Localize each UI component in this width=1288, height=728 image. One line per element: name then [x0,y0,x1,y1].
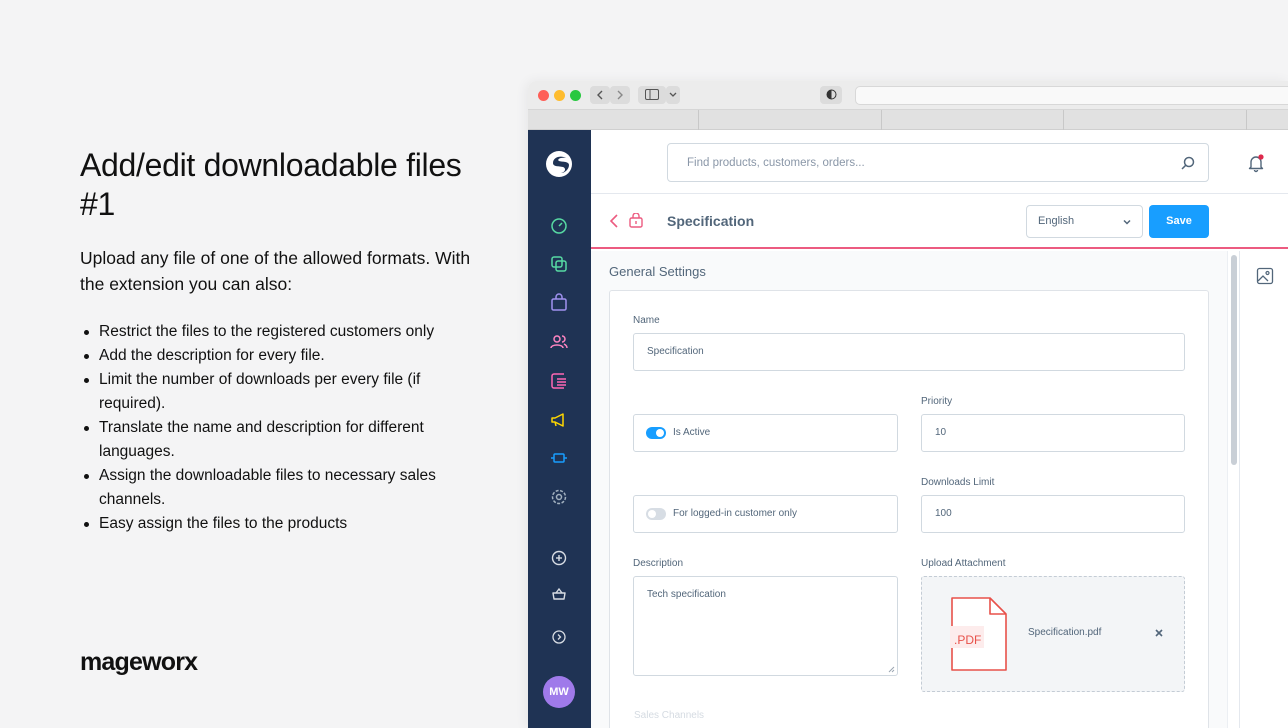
chevron-right-icon [617,90,623,100]
downloads-module-icon [629,213,643,228]
admin-sidebar: MW [528,130,591,728]
is-active-switch-field[interactable]: Is Active [633,414,898,452]
close-window-button[interactable] [538,90,549,101]
search-input[interactable] [668,144,1168,181]
tab-divider [1246,110,1247,130]
logged-in-only-switch-field[interactable]: For logged-in customer only [633,495,898,533]
priority-label: Priority [921,396,953,407]
admin-app: MW Specification English Save General Se… [528,130,1288,728]
feature-item: Easy assign the files to the products [80,512,460,536]
chevron-left-icon [597,90,603,100]
minimize-window-button[interactable] [554,90,565,101]
promo-lead: Upload any file of one of the allowed fo… [80,248,471,294]
feature-list: Restrict the files to the registered cus… [80,320,460,536]
sidebar-icon [645,89,659,100]
add-icon[interactable] [549,548,569,568]
sidebar-toggle-button[interactable] [638,86,666,104]
save-button[interactable]: Save [1149,205,1209,238]
remove-file-icon[interactable] [1154,628,1164,638]
back-arrow-icon[interactable] [608,213,620,229]
tab-divider [881,110,882,130]
privacy-button[interactable] [820,86,842,104]
general-settings-card: Name Specification Priority Is Active 10… [609,290,1209,728]
image-media-icon[interactable] [1256,267,1274,285]
promo-title: Add/edit downloadable files #1 [80,147,462,222]
global-search [667,143,1209,182]
toggle-knob [656,429,664,437]
browser-back-button[interactable] [590,86,610,104]
sales-channels-label: Sales Channels [634,710,705,721]
catalogues-icon[interactable] [549,254,569,274]
resize-handle-icon[interactable] [888,666,895,673]
sidebar-right [1239,251,1288,728]
extensions-icon[interactable] [549,448,569,468]
notification-bell-icon[interactable] [1246,153,1266,173]
logged-in-only-label: For logged-in customer only [673,508,797,519]
description-textarea[interactable]: Tech specification [633,576,898,676]
upload-dropzone[interactable]: .PDF Specification.pdf [921,576,1185,692]
name-label: Name [633,315,660,326]
collapse-sidebar-icon[interactable] [549,627,569,647]
shopware-logo-icon[interactable] [544,149,574,179]
content-icon[interactable] [549,371,569,391]
attachment-file-name: Specification.pdf [1028,627,1102,638]
zoom-window-button[interactable] [570,90,581,101]
logged-in-only-toggle[interactable] [646,508,666,520]
toggle-knob [648,510,656,518]
downloads-limit-label: Downloads Limit [921,477,995,488]
dashboard-icon[interactable] [549,216,569,236]
top-search-bar [591,130,1288,194]
chevron-down-icon [1123,219,1131,225]
marketing-icon[interactable] [549,410,569,430]
search-icon[interactable] [1180,155,1196,171]
page-header: Specification English Save [591,195,1288,249]
orders-icon[interactable] [549,293,569,313]
feature-item: Restrict the files to the registered cus… [80,320,460,344]
main-content: General Settings Name Specification Prio… [591,251,1231,728]
sidebar-menu-button[interactable] [666,86,680,104]
downloads-limit-input[interactable]: 100 [921,495,1185,533]
feature-item: Assign the downloadable files to necessa… [80,464,460,512]
browser-forward-button[interactable] [610,86,630,104]
chevron-down-icon [669,92,677,97]
page-title: Specification [667,213,755,229]
pdf-badge-label: .PDF [954,633,982,647]
customers-icon[interactable] [549,332,569,352]
brand-logo: mageworx [80,648,198,676]
feature-item: Add the description for every file. [80,344,460,368]
scrollbar-thumb[interactable] [1231,255,1237,465]
is-active-label: Is Active [673,427,711,438]
upload-attachment-label: Upload Attachment [921,558,1006,569]
priority-input[interactable]: 10 [921,414,1185,452]
description-text: Tech specification [647,589,726,600]
is-active-toggle[interactable] [646,427,666,439]
feature-item: Limit the number of downloads per every … [80,368,460,416]
privacy-shield-icon [826,89,836,100]
language-select-value: English [1038,215,1075,227]
language-select[interactable]: English [1026,205,1143,238]
tab-strip [528,110,1288,130]
browser-titlebar [528,81,1288,110]
tab-divider [1063,110,1064,130]
settings-icon[interactable] [549,487,569,507]
description-label: Description [633,558,684,569]
name-input[interactable]: Specification [633,333,1185,371]
avatar[interactable]: MW [543,676,575,708]
address-bar[interactable] [855,86,1288,105]
feature-item: Translate the name and description for d… [80,416,460,464]
tab-divider [698,110,699,130]
shop-icon[interactable] [549,584,569,604]
section-title: General Settings [609,264,706,279]
browser-window: MW Specification English Save General Se… [528,81,1288,728]
content-scrollbar[interactable] [1227,251,1239,728]
